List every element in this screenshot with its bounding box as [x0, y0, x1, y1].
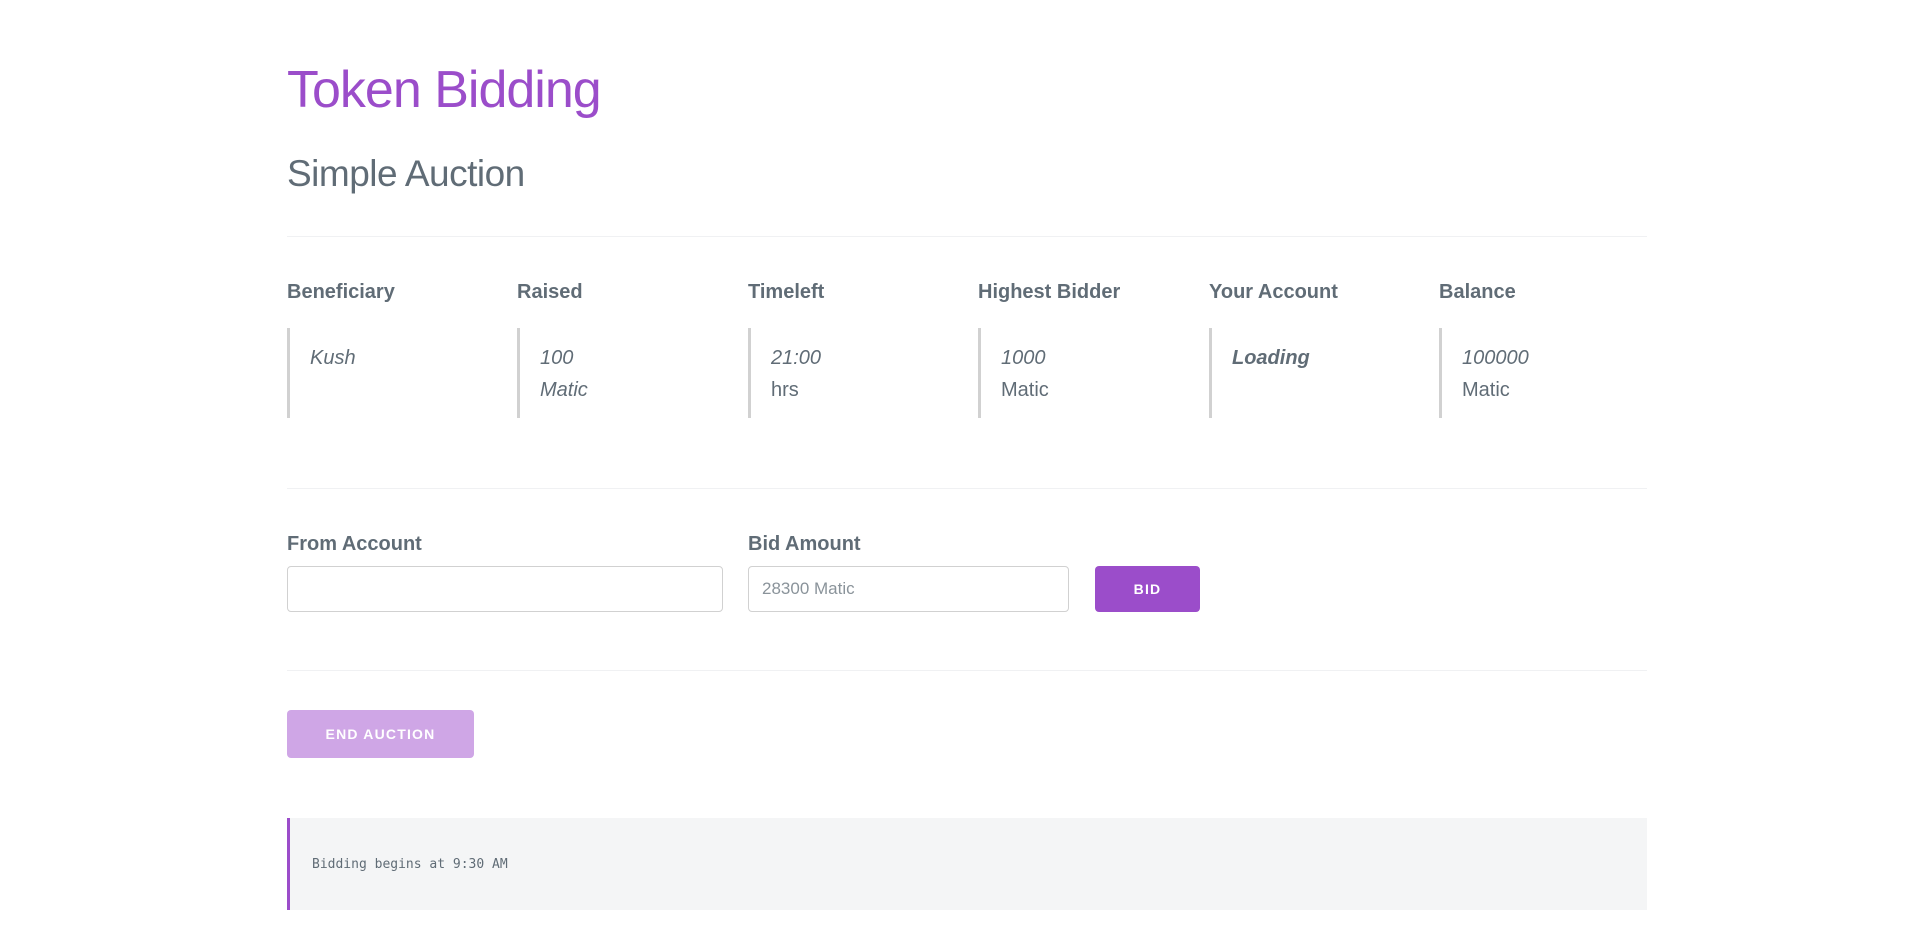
timeleft-unit: hrs	[771, 379, 799, 401]
stat-value-block: 1000 Matic	[978, 328, 1193, 418]
stat-beneficiary: Beneficiary Kush	[287, 278, 502, 418]
stat-label: Timeleft	[748, 281, 825, 303]
stat-value-block: 100000 Matic	[1439, 328, 1654, 418]
beneficiary-value: Kush	[310, 347, 356, 369]
highest-bidder-value: 1000	[1001, 347, 1046, 369]
stat-label: Your Account	[1209, 281, 1338, 303]
raised-unit: Matic	[540, 379, 588, 401]
from-account-input[interactable]	[287, 566, 723, 612]
raised-value: 100	[540, 347, 574, 369]
your-account-value: Loading	[1232, 347, 1310, 369]
balance-value: 100000	[1462, 347, 1529, 369]
auction-stats: Beneficiary Kush Raised 100 Matic Timele…	[287, 278, 1647, 418]
end-auction-button[interactable]: END AUCTION	[287, 710, 474, 758]
stat-label: Beneficiary	[287, 281, 395, 303]
bid-button[interactable]: BID	[1095, 566, 1200, 612]
stat-value-block: Loading	[1209, 328, 1424, 418]
highest-bidder-unit: Matic	[1001, 379, 1049, 401]
stat-your-account: Your Account Loading	[1209, 278, 1424, 418]
divider	[287, 670, 1647, 671]
stat-value-block: 100 Matic	[517, 328, 732, 418]
stat-label: Raised	[517, 281, 583, 303]
status-log: Bidding begins at 9:30 AM	[287, 818, 1647, 910]
timeleft-value: 21:00	[771, 347, 822, 369]
from-account-label: From Account	[287, 533, 422, 555]
bid-amount-input[interactable]	[748, 566, 1069, 612]
bid-amount-label: Bid Amount	[748, 533, 861, 555]
divider	[287, 488, 1647, 489]
stat-value-block: 21:00 hrs	[748, 328, 963, 418]
balance-unit: Matic	[1462, 379, 1510, 401]
stat-highest-bidder: Highest Bidder 1000 Matic	[978, 278, 1193, 418]
stat-balance: Balance 100000 Matic	[1439, 278, 1654, 418]
stat-timeleft: Timeleft 21:00 hrs	[748, 278, 963, 418]
log-message: Bidding begins at 9:30 AM	[312, 856, 508, 872]
stat-label: Balance	[1439, 281, 1516, 303]
stat-label: Highest Bidder	[978, 281, 1121, 303]
stat-value-block: Kush	[287, 328, 502, 418]
divider	[287, 236, 1647, 237]
page-subtitle: Simple Auction	[287, 153, 525, 194]
stat-raised: Raised 100 Matic	[517, 278, 732, 418]
page-title: Token Bidding	[287, 61, 602, 119]
